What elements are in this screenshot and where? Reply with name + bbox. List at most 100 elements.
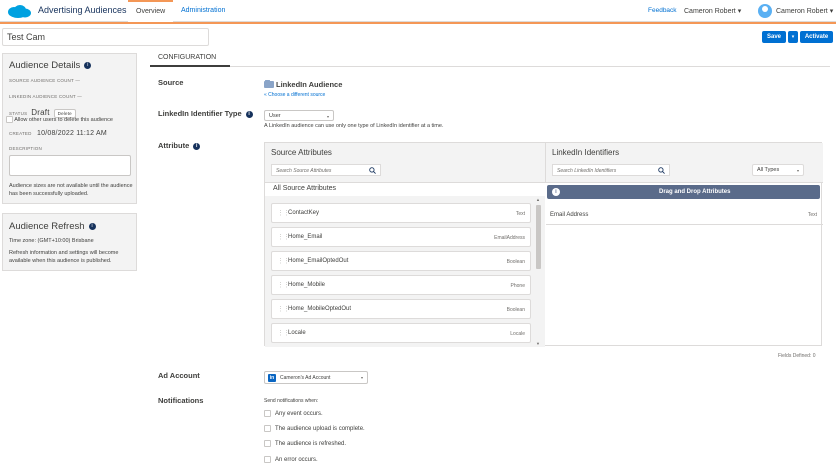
chevron-down-icon: ▾ [360,375,363,380]
notification-checkbox[interactable] [264,425,271,432]
audience-details-panel: Audience Details i SOURCE AUDIENCE COUNT … [2,53,137,204]
scroll-up-icon[interactable]: ▲ [536,197,540,202]
audience-refresh-panel: Audience Refresh i Time zone: (GMT+10:00)… [2,213,137,271]
tab-overview[interactable]: Overview [128,0,174,22]
identifier-note: A LinkedIn audience can use only one typ… [264,123,444,129]
linkedin-count-label: LINKEDIN AUDIENCE COUNT — [9,94,82,99]
source-count-label: SOURCE AUDIENCE COUNT — [9,78,81,83]
info-icon[interactable]: i [88,222,96,230]
drag-drop-banner: i Drag and Drop Attributes [547,185,820,199]
info-icon: i [552,188,560,196]
attribute-name: Home_MobileOptedOut [288,306,352,312]
audience-details-title: Audience Details i [9,60,92,71]
created-value: 10/08/2022 11:12 AM [37,130,107,137]
chevron-down-icon: ▾ [796,168,799,173]
activate-button[interactable]: Activate [800,31,833,43]
linkedin-identifiers-header: LinkedIn Identifiers Search LinkedIn Ide… [545,143,823,183]
attribute-label: Attribute i [158,141,201,150]
drag-drop-label: Drag and Drop Attributes [659,189,731,195]
top-header: Advertising Audiences Overview Administr… [0,0,836,22]
source-attributes-header: Source Attributes Search Source Attribut… [265,143,545,183]
save-options-dropdown[interactable]: ▾ [788,31,798,43]
identifier-name: Email Address [550,212,589,218]
feedback-link[interactable]: Feedback [648,7,677,14]
linkedin-identifiers-search[interactable]: Search LinkedIn Identifiers [552,164,670,176]
notification-option[interactable]: An error occurs. [264,456,318,463]
list-item[interactable]: ⋮⋮ ContactKey Text [271,203,531,223]
choose-source-link[interactable]: « Choose a different source [264,92,325,98]
identifier-type-filter[interactable]: All Types ▾ [752,164,804,176]
list-item[interactable]: ⋮⋮ Home_EmailOptedOut Boolean [271,251,531,271]
attribute-name: ContactKey [288,210,320,216]
app-title: Advertising Audiences [38,5,127,15]
attribute-name: Locale [288,330,306,336]
scroll-down-icon[interactable]: ▼ [536,341,540,346]
identifier-row[interactable]: Email Address Text [546,205,823,225]
active-tab-indicator [150,65,230,67]
attribute-mapping-box: Source Attributes Search Source Attribut… [264,142,823,347]
notifications-label: Notifications [158,396,204,405]
refresh-note: Refresh information and settings will be… [9,250,119,264]
attribute-list-scrollbar[interactable]: ▲ ▼ [535,197,543,347]
notification-option[interactable]: The audience is refreshed. [264,440,346,447]
notification-checkbox[interactable] [264,440,271,447]
description-label: DESCRIPTION [9,146,42,151]
salesforce-cloud-icon [8,5,31,18]
source-attributes-search[interactable]: Search Source Attributes [271,164,381,176]
attribute-name: Home_Mobile [288,282,326,288]
allow-delete-checkbox[interactable] [6,116,13,124]
ad-account-select[interactable]: in Cameron's Ad Account ▾ [264,371,368,384]
audience-source-icon [264,80,274,88]
notification-option[interactable]: The audience upload is complete. [264,425,365,432]
attribute-type: Boolean [506,259,525,265]
source-name: LinkedIn Audience [276,80,343,89]
tab-configuration[interactable]: CONFIGURATION [158,54,216,65]
business-unit-dropdown[interactable]: Cameron Robert ▾ [684,7,741,15]
notification-checkbox[interactable] [264,410,271,417]
allow-delete-row[interactable]: Allow other users to delete this audienc… [6,116,113,124]
notification-option[interactable]: Any event occurs. [264,410,323,417]
notification-checkbox[interactable] [264,456,271,463]
attribute-type: Text [515,211,525,217]
list-item[interactable]: ⋮⋮ Home_Mobile Phone [271,275,531,295]
source-attribute-list: ⋮⋮ ContactKey Text ⋮⋮ Home_Email EmailAd… [265,196,545,347]
list-item[interactable]: ⋮⋮ Home_Email EmailAddress [271,227,531,247]
created-row: CREATED 10/08/2022 11:12 AM [9,130,107,137]
save-button[interactable]: Save [762,31,786,43]
linkedin-identifiers-title: LinkedIn Identifiers [552,148,620,157]
search-icon[interactable] [369,167,376,174]
attribute-name: Home_EmailOptedOut [288,258,349,264]
attribute-type: Boolean [506,307,525,313]
chevron-down-icon: ▾ [326,114,329,119]
tab-administration[interactable]: Administration [173,0,233,22]
linkedin-icon: in [268,374,276,382]
attribute-type: EmailAddress [494,235,525,241]
identifier-type-select[interactable]: User ▾ [264,110,334,121]
list-item[interactable]: ⋮⋮ Locale Locale [271,323,531,343]
info-icon[interactable]: i [245,110,253,118]
description-textarea[interactable] [9,155,131,176]
header-accent-line [0,22,836,24]
all-source-attributes-label: All Source Attributes [273,185,337,192]
info-icon[interactable]: i [84,61,92,69]
identifier-type: Text [807,212,817,218]
search-icon[interactable] [658,167,665,174]
user-menu[interactable]: Cameron Robert ▾ [776,7,833,15]
notifications-intro: Send notifications when: [264,398,319,404]
fields-defined-count: Fields Defined: 0 [778,353,816,359]
list-item[interactable]: ⋮⋮ Home_MobileOptedOut Boolean [271,299,531,319]
attribute-type: Phone [510,283,525,289]
timezone-text: Time zone: (GMT+10:00) Brisbane [9,238,94,244]
source-attributes-title: Source Attributes [271,148,332,157]
info-icon[interactable]: i [193,142,201,150]
attribute-type: Locale [510,331,525,337]
scrollbar-thumb[interactable] [536,205,541,269]
tab-divider [150,66,830,67]
audience-refresh-title: Audience Refresh i [9,221,96,232]
avatar[interactable] [758,4,772,18]
identifier-type-label: LinkedIn Identifier Type i [158,109,253,118]
audience-size-note: Audience sizes are not available until t… [9,183,133,197]
audience-name-input[interactable]: Test Cam [2,28,209,46]
source-label: Source [158,78,184,87]
ad-account-label: Ad Account [158,371,200,380]
